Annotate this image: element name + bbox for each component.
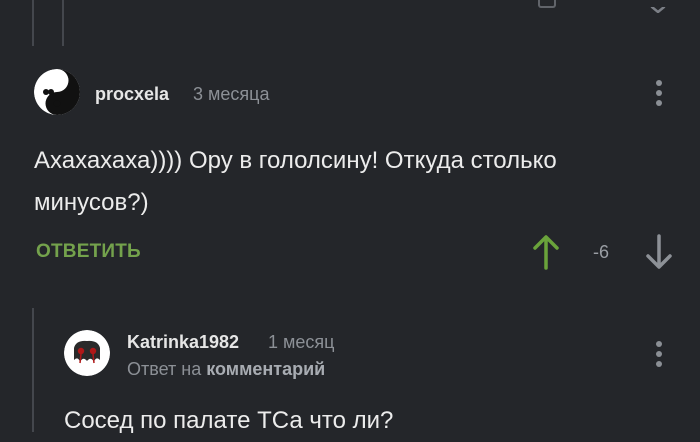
- reply-to-info: Ответ на комментарий: [127, 359, 325, 380]
- thread-line: [32, 0, 34, 46]
- ghost-avatar-icon: [64, 330, 110, 376]
- reply-button[interactable]: ОТВЕТИТЬ: [36, 241, 141, 263]
- comment-text-line: Ахахахаха)))) Ору в гололсину! Откуда ст…: [34, 147, 557, 174]
- comment-text-line: минусов?): [34, 189, 149, 216]
- username[interactable]: Katrinka1982: [127, 332, 239, 353]
- comment-text-line: Сосед по палате ТСа что ли?: [64, 407, 394, 434]
- more-options-icon[interactable]: [655, 341, 663, 367]
- avatar[interactable]: [34, 69, 80, 115]
- vote-score: -6: [593, 242, 610, 262]
- comment-text: Ахахахаха)))) Ору в гололсину! Откуда ст…: [34, 140, 674, 224]
- comment-text: Сосед по палате ТСа что ли?: [64, 400, 664, 442]
- thread-line: [32, 308, 34, 432]
- partial-vote-icon[interactable]: [538, 0, 556, 8]
- more-options-icon[interactable]: [655, 80, 663, 106]
- thread-line: [62, 0, 64, 46]
- timestamp: 1 месяц: [268, 332, 335, 352]
- upvote-button[interactable]: [532, 234, 560, 270]
- arrow-down-icon: [646, 234, 672, 269]
- avatar[interactable]: [64, 330, 110, 376]
- reply-to-prefix: Ответ на: [127, 359, 202, 379]
- downvote-button[interactable]: [645, 234, 673, 270]
- timestamp: 3 месяца: [193, 84, 270, 104]
- username[interactable]: procxela: [95, 84, 169, 105]
- arrow-up-icon: [533, 235, 559, 270]
- partial-downvote-icon[interactable]: [650, 0, 666, 14]
- yin-yang-avatar-icon: [34, 69, 80, 115]
- reply-to-link[interactable]: комментарий: [206, 359, 325, 379]
